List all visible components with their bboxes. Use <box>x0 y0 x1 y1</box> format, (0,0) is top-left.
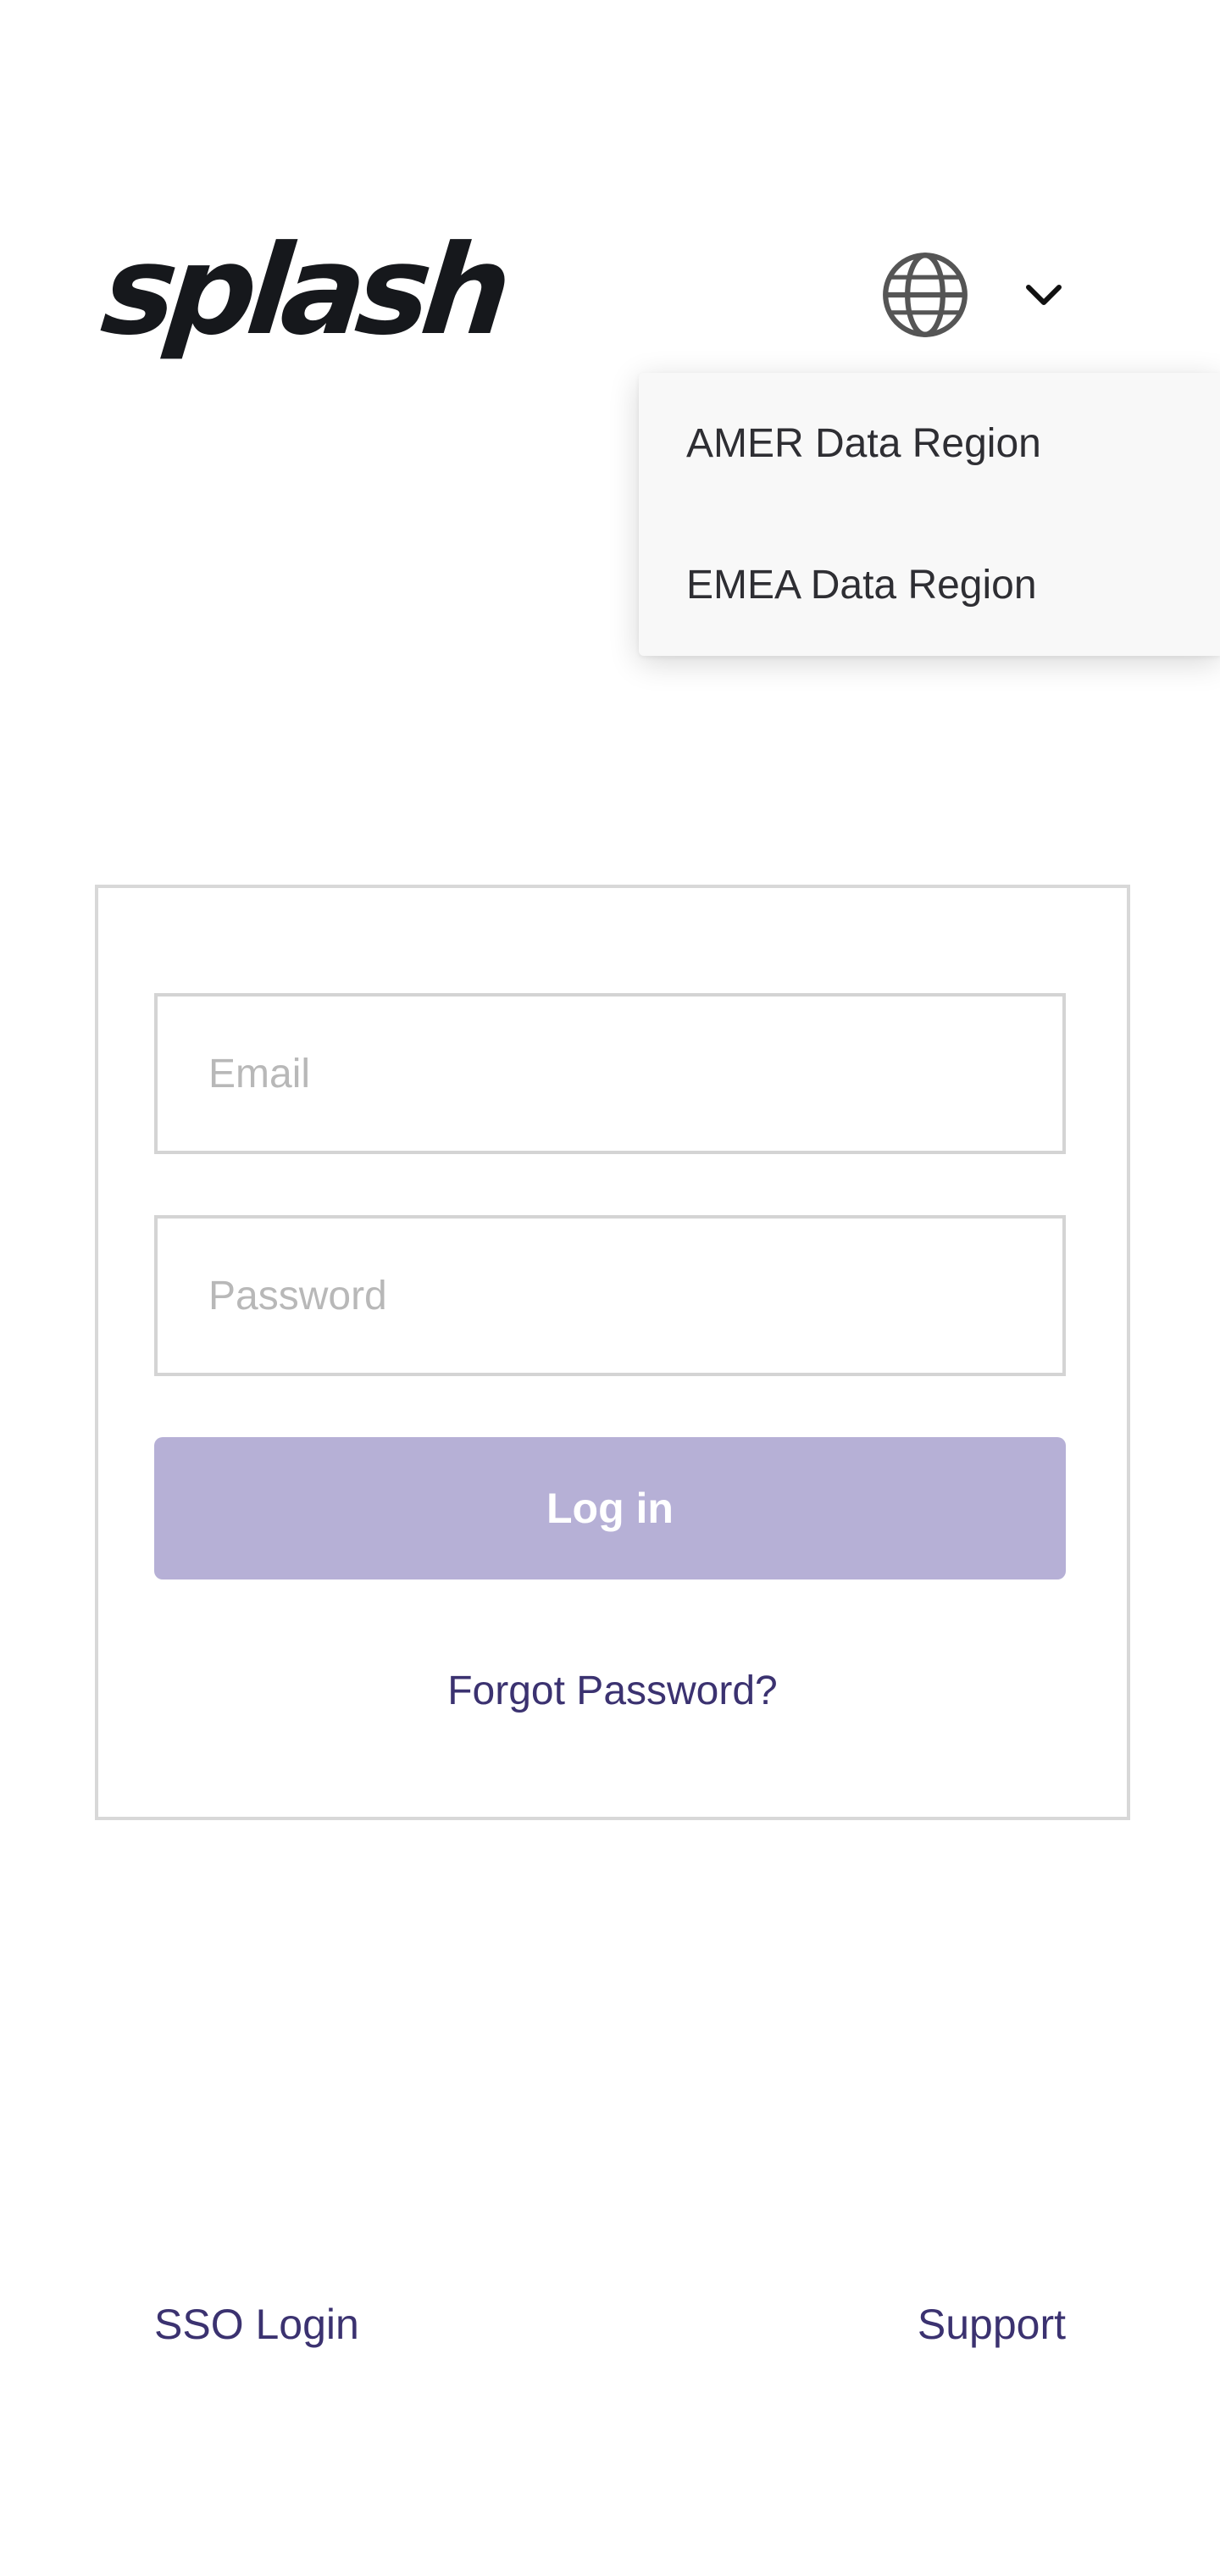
menu-item-amer-region[interactable]: AMER Data Region <box>639 373 1220 514</box>
globe-icon <box>883 253 968 337</box>
forgot-password-link[interactable]: Forgot Password? <box>98 1668 1127 1714</box>
region-dropdown-menu: AMER Data Region EMEA Data Region <box>639 373 1220 656</box>
region-selector-button[interactable] <box>881 246 1084 344</box>
email-field-wrapper <box>154 993 1066 1154</box>
password-field[interactable] <box>158 1219 1062 1373</box>
chevron-down-icon <box>1026 285 1062 305</box>
login-card: Log in Forgot Password? <box>95 885 1130 1820</box>
support-link[interactable]: Support <box>918 2300 1066 2349</box>
sso-login-link[interactable]: SSO Login <box>154 2300 359 2349</box>
menu-item-emea-region[interactable]: EMEA Data Region <box>639 514 1220 656</box>
email-field[interactable] <box>158 997 1062 1151</box>
splash-logo: splash <box>96 219 510 363</box>
password-field-wrapper <box>154 1215 1066 1376</box>
login-page: splash AMER Data Region EMEA Data Region… <box>0 0 1220 2576</box>
login-button[interactable]: Log in <box>154 1437 1066 1579</box>
